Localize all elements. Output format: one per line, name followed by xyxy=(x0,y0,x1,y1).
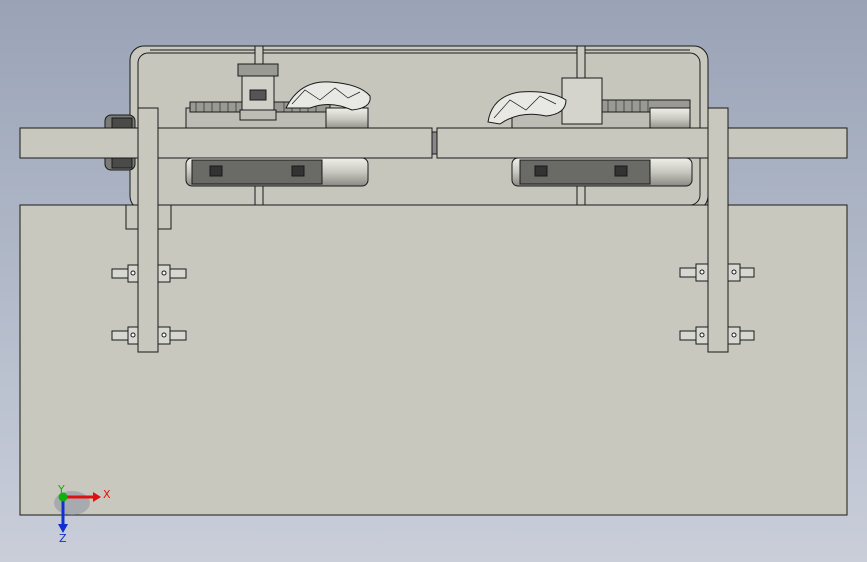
cad-viewport[interactable]: X Y Z xyxy=(0,0,867,562)
z-axis-label: Z xyxy=(59,532,67,545)
y-axis-label: Y xyxy=(57,483,65,496)
right-bracket xyxy=(707,107,729,353)
x-axis-label: X xyxy=(103,488,111,501)
